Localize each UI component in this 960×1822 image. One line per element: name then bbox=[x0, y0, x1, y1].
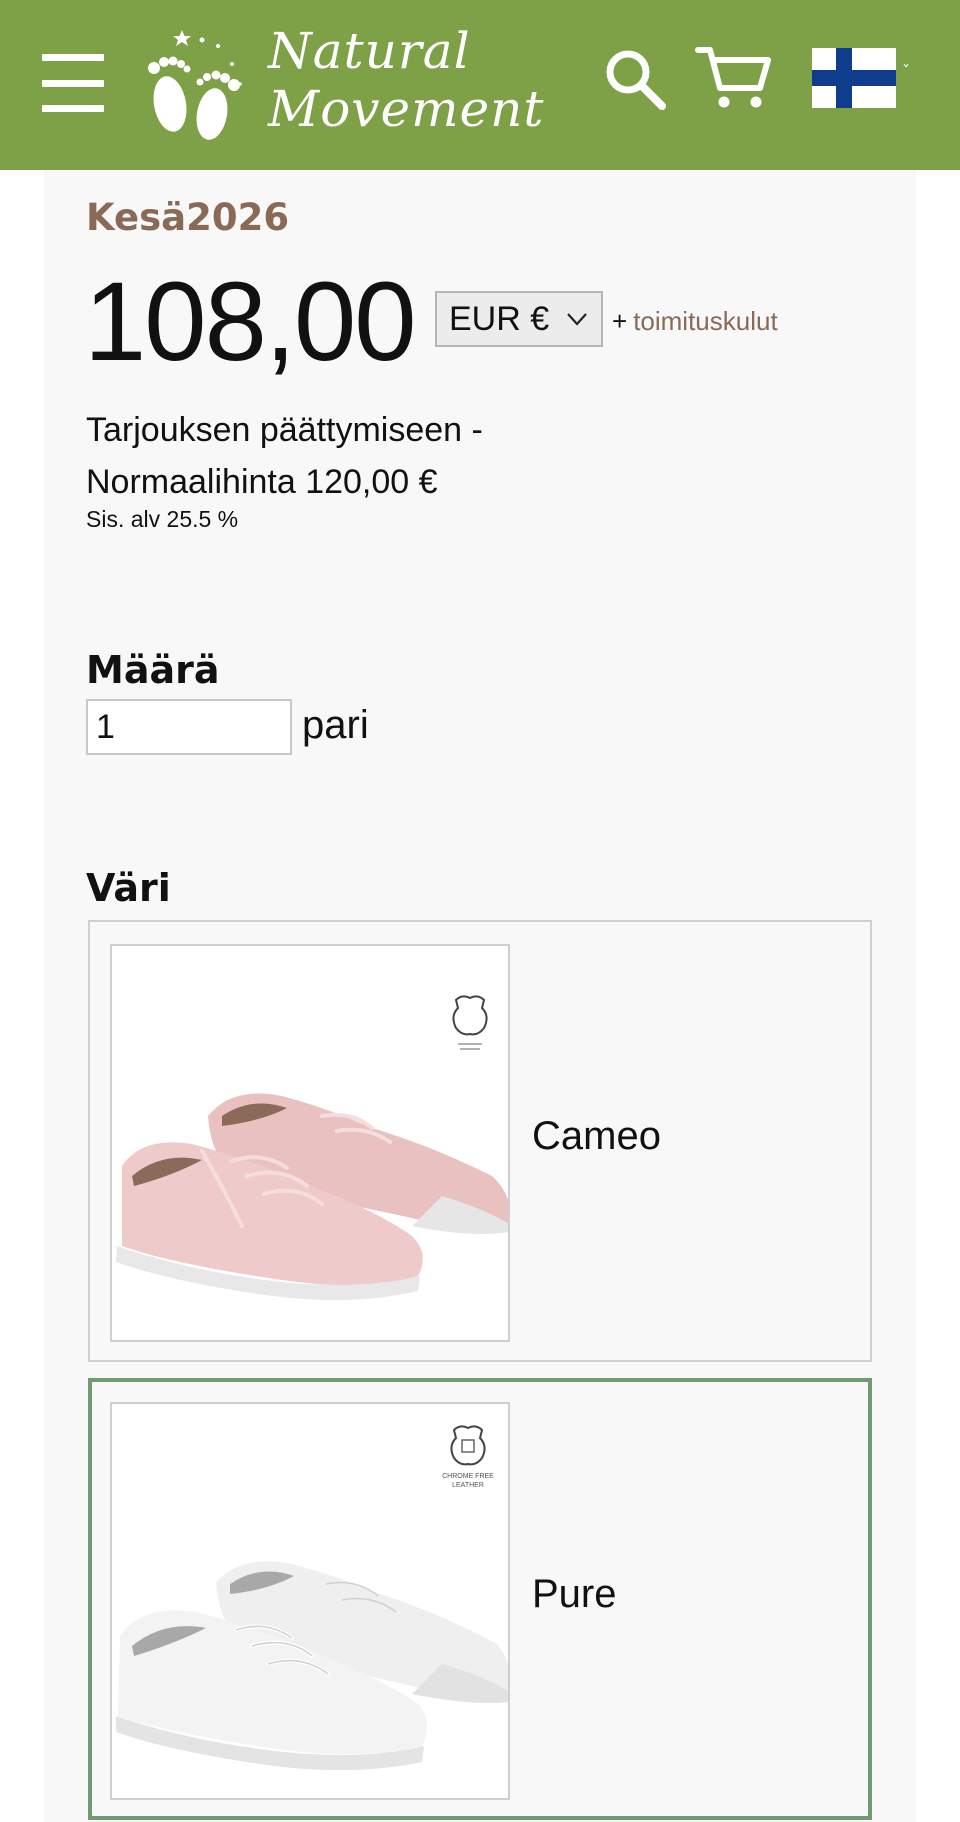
finland-flag-icon bbox=[812, 48, 896, 108]
color-label: Väri bbox=[86, 866, 171, 910]
color-option-name: Pure bbox=[532, 1572, 617, 1616]
color-option-cameo[interactable]: Cameo bbox=[88, 920, 872, 1362]
product-price: 108,00 bbox=[84, 259, 417, 384]
vat-text: Sis. alv 25.5 % bbox=[86, 506, 239, 532]
normal-price-text: Normaalihinta 120,00 € bbox=[86, 463, 438, 501]
quantity-unit: pari bbox=[302, 703, 369, 747]
hamburger-menu-icon[interactable] bbox=[42, 52, 104, 114]
currency-value: EUR € bbox=[449, 299, 550, 338]
product-image-pink-sneakers bbox=[110, 944, 510, 1342]
offer-ends-text: Tarjouksen päättymiseen - bbox=[86, 411, 483, 449]
site-header: Natural Movement ˇ bbox=[0, 0, 960, 170]
currency-dropdown[interactable]: EUR € bbox=[435, 291, 603, 347]
quantity-label: Määrä bbox=[86, 648, 220, 692]
pink-leather-sneakers-image bbox=[112, 946, 508, 1340]
shipping-costs: + toimituskulut bbox=[612, 306, 778, 337]
badge-text-2: LEATHER bbox=[452, 1482, 484, 1489]
badge-text-1: CHROME FREE bbox=[442, 1473, 494, 1480]
brand-line-2: Movement bbox=[268, 80, 545, 138]
quantity-input[interactable] bbox=[86, 699, 292, 755]
search-icon[interactable] bbox=[600, 44, 670, 114]
chevron-down-icon: ˇ bbox=[902, 62, 910, 81]
color-option-name: Cameo bbox=[532, 1114, 661, 1158]
footprints-logo-icon[interactable] bbox=[140, 24, 250, 144]
campaign-label: Kesä2026 bbox=[86, 196, 290, 239]
shipping-costs-link[interactable]: toimituskulut bbox=[633, 306, 778, 336]
shipping-prefix: + bbox=[612, 306, 628, 336]
color-option-pure[interactable]: CHROME FREE LEATHER Pure bbox=[88, 1378, 872, 1820]
brand-wordmark[interactable]: Natural Movement bbox=[268, 22, 544, 138]
product-image-white-sneakers: CHROME FREE LEATHER bbox=[110, 1402, 510, 1800]
shopping-cart-icon[interactable] bbox=[694, 44, 774, 114]
chevron-down-icon bbox=[567, 313, 587, 326]
brand-line-1: Natural bbox=[268, 22, 471, 80]
language-selector[interactable]: ˇ bbox=[812, 46, 924, 110]
white-leather-sneakers-image: CHROME FREE LEATHER bbox=[112, 1404, 508, 1798]
